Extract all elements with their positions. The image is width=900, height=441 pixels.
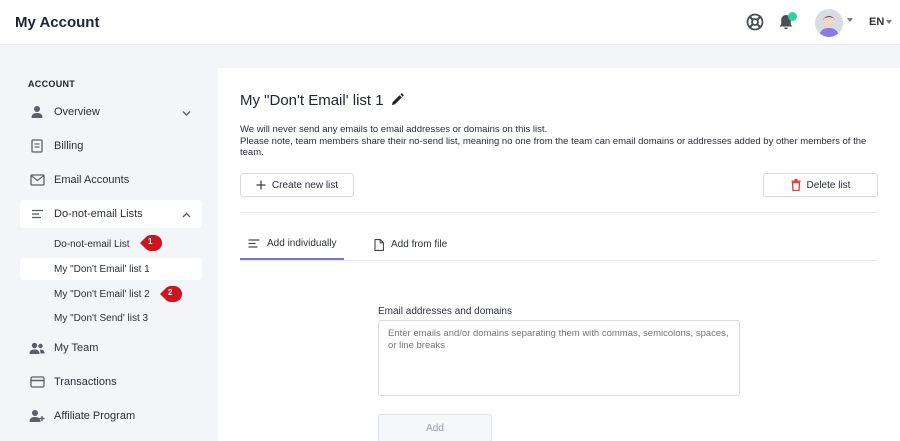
- sub-item-label: My "Don't Email' list 1: [54, 263, 150, 275]
- annotation-marker-2: 2: [160, 286, 182, 302]
- list-editor-card: My "Don't Email' list 1 We will never se…: [218, 68, 900, 441]
- top-bar: My Account EN: [0, 0, 900, 45]
- sidebar-item-transactions[interactable]: Transactions: [20, 368, 202, 396]
- marker-number: 1: [148, 237, 153, 246]
- team-icon: [20, 342, 54, 355]
- list-icon: [248, 238, 260, 248]
- sub-item-label: My "Don't Send' list 3: [54, 312, 149, 324]
- chevron-down-icon[interactable]: [181, 106, 192, 124]
- file-icon: [374, 238, 384, 251]
- sidebar-item-label: Transactions: [54, 376, 117, 388]
- sidebar-item-label: My Team: [54, 342, 99, 354]
- sidebar-item-label: Do-not-email Lists: [54, 208, 143, 220]
- notification-dot: [788, 12, 797, 21]
- create-new-list-button[interactable]: Create new list: [240, 173, 354, 197]
- sidebar-heading: ACCOUNT: [28, 79, 76, 89]
- sidebar-item-label: Overview: [54, 106, 100, 118]
- description-line: We will never send any emails to email a…: [240, 124, 548, 135]
- person-add-icon: [20, 409, 54, 423]
- support-lifebuoy-icon[interactable]: [745, 12, 765, 32]
- sidebar-item-label: Billing: [54, 140, 84, 152]
- add-method-tabs: Add individually Add from file: [240, 228, 878, 261]
- email-domains-input[interactable]: [378, 320, 740, 396]
- delete-list-label: Delete list: [806, 179, 851, 191]
- tab-add-from-file[interactable]: Add from file: [374, 228, 464, 261]
- sidebar-item-do-not-email-lists[interactable]: Do-not-email Lists: [20, 200, 202, 228]
- tab-label: Add from file: [391, 239, 448, 250]
- list-description: We will never send any emails to email a…: [240, 124, 880, 159]
- tab-add-individually[interactable]: Add individually: [240, 228, 344, 260]
- tab-label: Add individually: [267, 237, 337, 249]
- avatar-caret-icon[interactable]: [847, 18, 853, 22]
- app-title: My Account: [15, 14, 100, 31]
- envelope-icon: [20, 174, 54, 186]
- pencil-edit-icon[interactable]: [390, 93, 404, 107]
- sidebar-item-label: Email Accounts: [54, 174, 130, 186]
- sidebar-item-affiliate-program[interactable]: Affiliate Program: [20, 402, 202, 430]
- receipt-icon: [20, 139, 54, 153]
- sub-item-dont-send-list-3[interactable]: My "Don't Send' list 3: [20, 307, 202, 329]
- notifications-bell-icon[interactable]: [775, 11, 797, 33]
- sub-item-do-not-email-list[interactable]: Do-not-email List: [20, 233, 202, 255]
- email-domains-label: Email addresses and domains: [378, 306, 512, 317]
- section-divider: [240, 212, 878, 213]
- language-caret-icon[interactable]: [886, 20, 892, 24]
- sidebar-item-overview[interactable]: Overview: [20, 98, 202, 126]
- sidebar: ACCOUNT Overview Billing Email Accounts …: [0, 46, 218, 441]
- sub-item-dont-email-list-1[interactable]: My "Don't Email' list 1: [20, 258, 202, 280]
- list-icon: [20, 209, 54, 219]
- plus-icon: [256, 180, 266, 190]
- sidebar-item-email-accounts[interactable]: Email Accounts: [20, 166, 202, 194]
- description-line: Please note, team members share their no…: [240, 135, 867, 159]
- delete-list-button[interactable]: Delete list: [763, 173, 878, 197]
- user-avatar[interactable]: [815, 9, 843, 37]
- annotation-marker-1: 1: [140, 235, 162, 251]
- marker-number: 2: [168, 288, 173, 297]
- trash-icon: [791, 179, 801, 191]
- sub-item-label: My "Don't Email' list 2: [54, 288, 150, 300]
- add-button[interactable]: Add: [378, 414, 492, 441]
- page-title: My "Don't Email' list 1: [240, 92, 384, 109]
- language-selector[interactable]: EN: [869, 16, 884, 28]
- create-new-list-label: Create new list: [271, 179, 339, 191]
- sidebar-item-my-team[interactable]: My Team: [20, 334, 202, 362]
- sub-item-label: Do-not-email List: [54, 238, 130, 250]
- card-icon: [20, 376, 54, 388]
- person-icon: [20, 105, 54, 119]
- chevron-up-icon[interactable]: [181, 208, 192, 226]
- sidebar-item-label: Affiliate Program: [54, 410, 136, 422]
- sidebar-item-billing[interactable]: Billing: [20, 132, 202, 160]
